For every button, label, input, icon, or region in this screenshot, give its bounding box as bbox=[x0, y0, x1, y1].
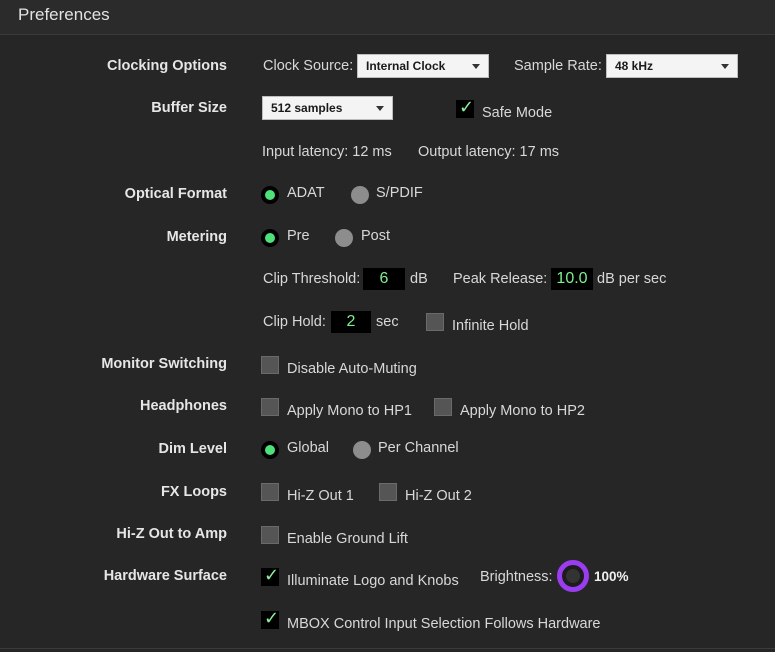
optical-spdif-radio[interactable] bbox=[351, 186, 369, 204]
infinite-hold-label: Infinite Hold bbox=[452, 318, 529, 334]
chevron-down-icon bbox=[376, 106, 384, 111]
hiz-out1-checkbox[interactable] bbox=[261, 483, 279, 501]
optical-format-label: Optical Format bbox=[124, 186, 227, 202]
monitor-switching-label: Monitor Switching bbox=[101, 356, 227, 372]
dim-global-radio[interactable] bbox=[261, 441, 279, 459]
clip-threshold-label: Clip Threshold: bbox=[263, 271, 361, 287]
ground-lift-checkbox[interactable] bbox=[261, 526, 279, 544]
brightness-label: Brightness: bbox=[480, 569, 553, 585]
clip-hold-unit: sec bbox=[376, 314, 399, 330]
clip-threshold-field[interactable]: 6 bbox=[363, 268, 405, 290]
clocking-options-label: Clocking Options bbox=[106, 58, 227, 74]
safe-mode-label: Safe Mode bbox=[482, 105, 553, 121]
chevron-down-icon bbox=[472, 64, 480, 69]
check-icon: ✓ bbox=[264, 565, 280, 586]
metering-label: Metering bbox=[166, 229, 227, 245]
clip-threshold-unit: dB bbox=[410, 271, 428, 287]
clock-source-label: Clock Source: bbox=[263, 58, 354, 74]
chevron-down-icon bbox=[721, 64, 729, 69]
fx-loops-label: FX Loops bbox=[160, 484, 227, 500]
metering-pre-label: Pre bbox=[287, 228, 310, 244]
hardware-surface-label: Hardware Surface bbox=[103, 568, 227, 584]
hiz-out-to-amp-label: Hi-Z Out to Amp bbox=[116, 526, 227, 542]
check-icon: ✓ bbox=[264, 608, 280, 629]
buffer-size-select[interactable]: 512 samples bbox=[262, 96, 393, 120]
metering-pre-radio[interactable] bbox=[261, 229, 279, 247]
disable-auto-muting-label: Disable Auto-Muting bbox=[287, 361, 417, 377]
hiz-out2-label: Hi-Z Out 2 bbox=[405, 488, 472, 504]
hiz-out2-checkbox[interactable] bbox=[379, 483, 397, 501]
peak-release-label: Peak Release: bbox=[453, 271, 548, 287]
optical-spdif-label: S/PDIF bbox=[376, 185, 423, 201]
dim-per-channel-label: Per Channel bbox=[378, 440, 459, 456]
hiz-out1-label: Hi-Z Out 1 bbox=[287, 488, 354, 504]
illuminate-label: Illuminate Logo and Knobs bbox=[287, 573, 459, 589]
title-bar: Preferences bbox=[0, 0, 775, 35]
ground-lift-label: Enable Ground Lift bbox=[287, 531, 408, 547]
window-title: Preferences bbox=[18, 5, 110, 24]
metering-post-label: Post bbox=[361, 228, 391, 244]
mbox-follow-checkbox[interactable]: ✓ bbox=[261, 608, 280, 629]
illuminate-checkbox[interactable]: ✓ bbox=[261, 565, 280, 586]
brightness-knob[interactable] bbox=[557, 560, 589, 592]
mono-hp2-checkbox[interactable] bbox=[434, 398, 452, 416]
clock-source-select[interactable]: Internal Clock bbox=[357, 54, 489, 78]
brightness-value: 100% bbox=[594, 569, 629, 584]
sample-rate-value: 48 kHz bbox=[615, 59, 654, 73]
sample-rate-select[interactable]: 48 kHz bbox=[606, 54, 738, 78]
dim-per-channel-radio[interactable] bbox=[353, 441, 371, 459]
mono-hp2-label: Apply Mono to HP2 bbox=[460, 403, 585, 419]
buffer-size-label: Buffer Size bbox=[151, 100, 227, 116]
mono-hp1-label: Apply Mono to HP1 bbox=[287, 403, 412, 419]
check-icon: ✓ bbox=[459, 97, 475, 118]
optical-adat-radio[interactable] bbox=[261, 186, 279, 204]
sample-rate-label: Sample Rate: bbox=[514, 58, 602, 74]
infinite-hold-checkbox[interactable] bbox=[426, 313, 444, 331]
peak-release-field[interactable]: 10.0 bbox=[551, 268, 593, 290]
clip-hold-field[interactable]: 2 bbox=[331, 311, 371, 333]
output-latency-text: Output latency: 17 ms bbox=[418, 144, 560, 160]
safe-mode-checkbox[interactable]: ✓ bbox=[456, 97, 475, 118]
headphones-label: Headphones bbox=[139, 398, 227, 414]
input-latency-text: Input latency: 12 ms bbox=[262, 144, 392, 160]
mono-hp1-checkbox[interactable] bbox=[261, 398, 279, 416]
clock-source-value: Internal Clock bbox=[366, 59, 446, 73]
disable-auto-muting-checkbox[interactable] bbox=[261, 356, 279, 374]
mbox-follow-label: MBOX Control Input Selection Follows Har… bbox=[287, 616, 601, 632]
dim-global-label: Global bbox=[287, 440, 329, 456]
dim-level-label: Dim Level bbox=[158, 441, 228, 457]
peak-release-unit: dB per sec bbox=[597, 271, 667, 287]
bottom-divider bbox=[0, 648, 775, 649]
buffer-size-value: 512 samples bbox=[271, 101, 343, 115]
clip-hold-label: Clip Hold: bbox=[263, 314, 326, 330]
metering-post-radio[interactable] bbox=[335, 229, 353, 247]
optical-adat-label: ADAT bbox=[287, 185, 325, 201]
